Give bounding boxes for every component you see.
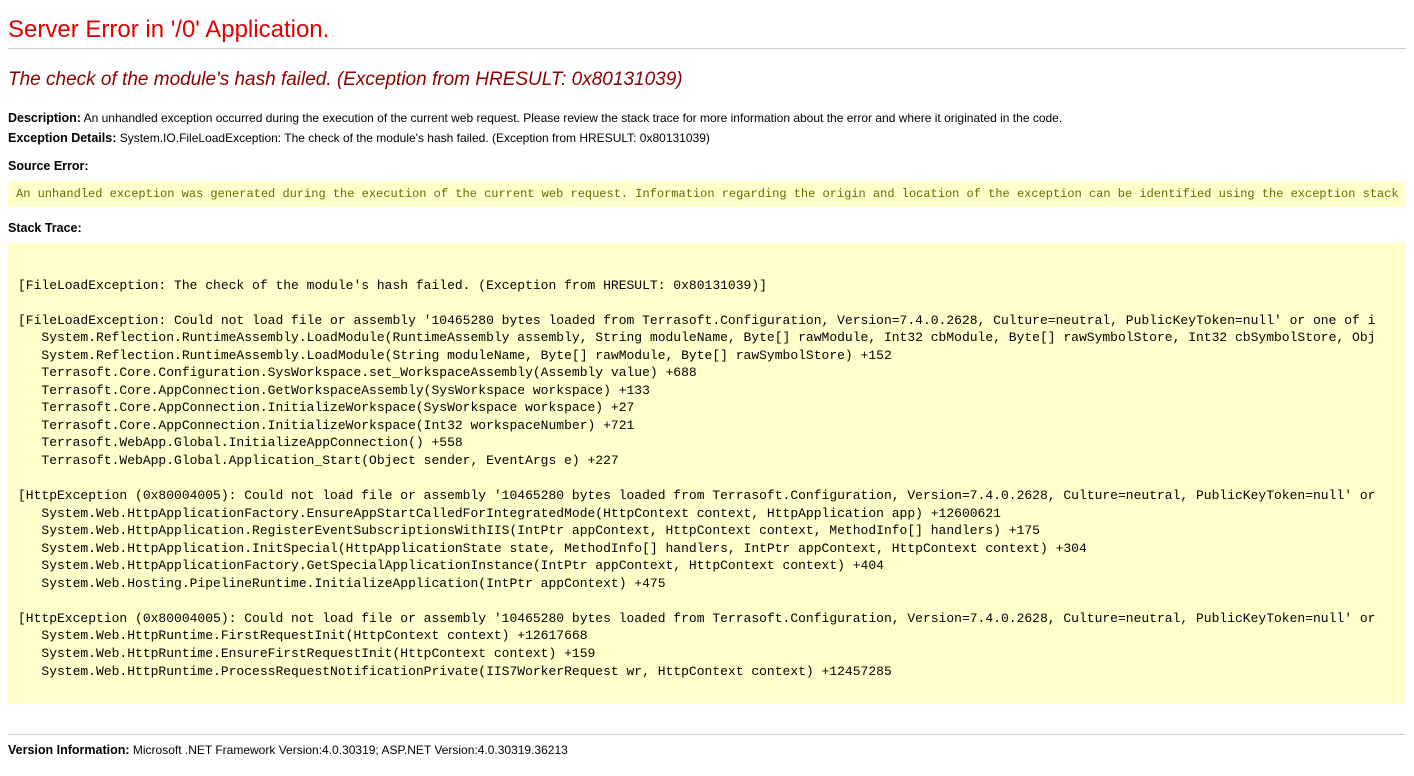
stack-trace-label: Stack Trace:: [8, 221, 1406, 235]
description-line: Description: An unhandled exception occu…: [8, 111, 1406, 125]
source-error-label: Source Error:: [8, 159, 1406, 173]
stack-trace-box: [FileLoadException: The check of the mod…: [8, 243, 1406, 704]
source-error-box: An unhandled exception was generated dur…: [8, 181, 1406, 207]
divider-bottom: [8, 734, 1406, 735]
version-line: Version Information: Microsoft .NET Fram…: [8, 743, 1406, 757]
exception-details-label: Exception Details:: [8, 131, 116, 145]
error-subtitle: The check of the module's hash failed. (…: [8, 69, 1406, 91]
version-label: Version Information:: [8, 743, 130, 757]
description-text: An unhandled exception occurred during t…: [84, 111, 1063, 125]
divider: [8, 48, 1406, 49]
page-title: Server Error in '/0' Application.: [8, 16, 1406, 44]
exception-details-line: Exception Details: System.IO.FileLoadExc…: [8, 131, 1406, 145]
version-text: Microsoft .NET Framework Version:4.0.303…: [133, 743, 568, 757]
exception-details-text: System.IO.FileLoadException: The check o…: [120, 131, 710, 145]
description-label: Description:: [8, 111, 81, 125]
